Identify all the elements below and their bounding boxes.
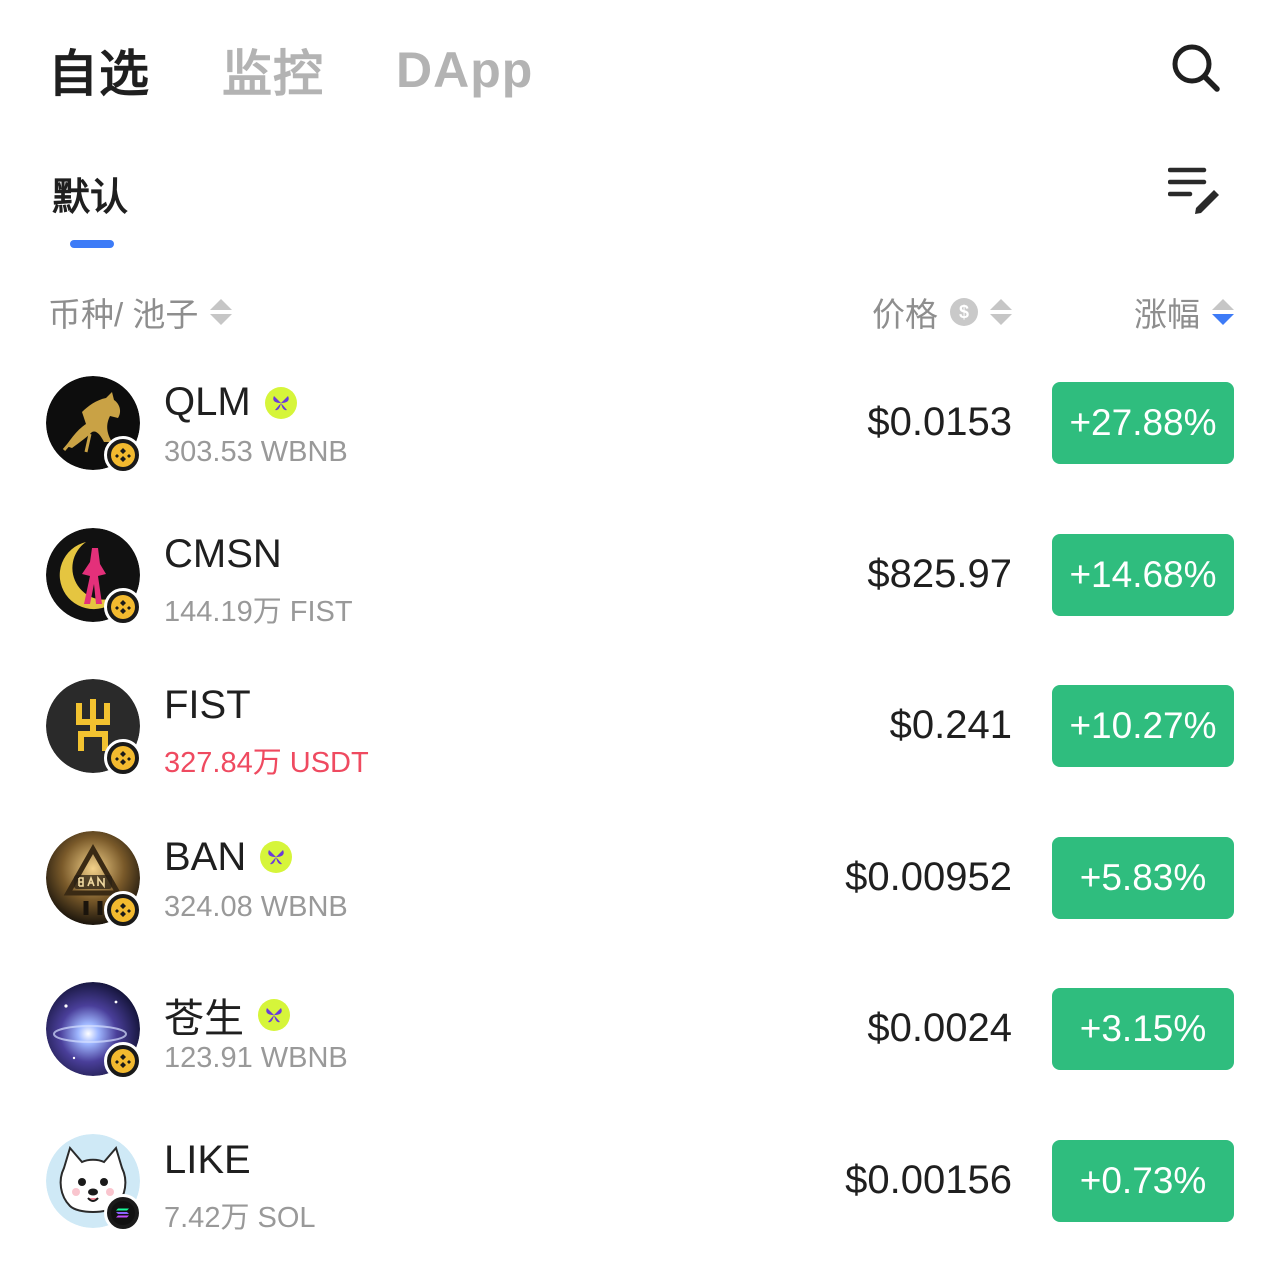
sort-desc-icon (1212, 299, 1234, 325)
token-row[interactable]: QLM 303.53 WBNB $0.0153 +27.88% (0, 348, 1280, 500)
bnb-chain-icon (104, 1042, 142, 1080)
price-change-badge[interactable]: +0.73% (1052, 1139, 1234, 1222)
tab-watchlist[interactable]: 自选 (48, 34, 150, 106)
price-change-badge[interactable]: +10.27% (1052, 685, 1234, 767)
tab-dapp[interactable]: DApp (396, 41, 533, 99)
bnb-chain-icon (104, 739, 142, 777)
token-price: $825.97 (867, 551, 1012, 596)
token-name: QLM (164, 380, 251, 424)
price-change-badge[interactable]: +5.83% (1052, 836, 1234, 919)
bnb-chain-icon (104, 890, 142, 929)
token-pool: 144.19万 FIST (164, 595, 353, 628)
sort-icon (990, 299, 1012, 325)
token-pool: 123.91 WBNB (164, 1042, 348, 1074)
price-change-badge[interactable]: +14.68% (1052, 533, 1234, 616)
active-tab-indicator (70, 240, 114, 248)
price-change-badge[interactable]: +3.15% (1052, 988, 1234, 1070)
token-name: 苍生 (164, 997, 244, 1041)
token-row[interactable]: 苍生 123.91 WBNB $0.0024 +3.15% (0, 954, 1280, 1106)
token-price: $0.0024 (867, 1006, 1012, 1050)
token-name: BAN (164, 834, 247, 879)
solana-chain-icon (104, 1193, 142, 1232)
token-price: $0.00156 (845, 1157, 1012, 1202)
tab-default[interactable]: 默认 (52, 166, 128, 221)
token-price: $0.0153 (867, 400, 1012, 444)
token-pool: 327.84万 USDT (164, 747, 369, 779)
token-row[interactable]: FIST 327.84万 USDT $0.241 +10.27% (0, 651, 1280, 803)
column-change-label: 涨幅 (1134, 296, 1200, 333)
token-list: QLM 303.53 WBNB $0.0153 +27.88% CMSN 144… (0, 348, 1280, 1257)
bnb-chain-icon (104, 436, 142, 474)
verified-butterfly-icon (264, 386, 297, 419)
token-row[interactable]: LIKE 7.42万 SOL $0.00156 +0.73% (0, 1106, 1280, 1258)
edit-list-icon[interactable] (1167, 164, 1222, 216)
token-name: CMSN (164, 531, 282, 576)
token-row[interactable]: CMSN 144.19万 FIST $825.97 +14.68% (0, 500, 1280, 652)
token-price: $0.241 (889, 703, 1012, 747)
token-pool: 324.08 WBNB (164, 890, 348, 923)
token-pool: 303.53 WBNB (164, 436, 348, 468)
column-header-price[interactable]: 价格 $ (872, 288, 1012, 336)
column-header-coin[interactable]: 币种/ 池子 (48, 288, 233, 336)
top-tab-bar: 自选 监控 DApp (48, 30, 605, 110)
search-icon[interactable] (1168, 40, 1224, 96)
sort-icon (210, 299, 233, 325)
column-coin-label: 币种/ 池子 (48, 296, 199, 333)
price-change-badge[interactable]: +27.88% (1052, 382, 1234, 464)
token-name: LIKE (164, 1137, 251, 1182)
verified-butterfly-icon (258, 999, 290, 1031)
token-price: $0.00952 (845, 854, 1012, 899)
bnb-chain-icon (104, 587, 142, 626)
verified-butterfly-icon (260, 841, 293, 873)
token-pool: 7.42万 SOL (164, 1201, 316, 1234)
column-header-change[interactable]: 涨幅 (1134, 288, 1234, 336)
tab-monitor[interactable]: 监控 (222, 34, 324, 106)
dollar-circle-icon[interactable]: $ (950, 298, 978, 326)
token-row[interactable]: BAN 324.08 WBNB $0.00952 +5.83% (0, 803, 1280, 955)
column-price-label: 价格 (872, 296, 938, 333)
token-name: FIST (164, 683, 251, 727)
